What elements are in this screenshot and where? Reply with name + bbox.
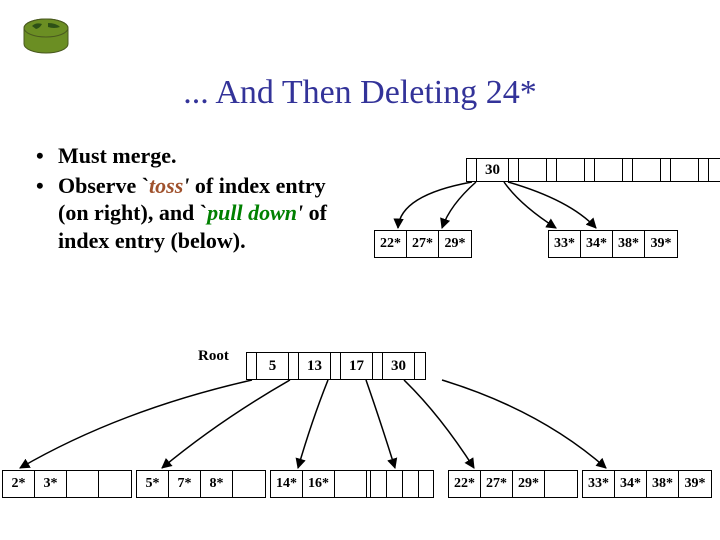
- upper-internal-node: 30: [466, 158, 720, 182]
- page-title: ... And Then Deleting 24*: [0, 74, 720, 112]
- lower-leaf-4: 22*27*29*: [448, 470, 578, 498]
- lower-internal-node: 5131730: [246, 352, 426, 380]
- bullet-2-text: Observe `toss' of index entry (on right)…: [58, 172, 356, 255]
- lower-leaf-1: 5*7*8*: [136, 470, 266, 498]
- upper-leaf-1: 33*34*38*39*: [548, 230, 678, 258]
- bullet-1: • Must merge.: [36, 142, 356, 170]
- bullet-list: • Must merge. • Observe `toss' of index …: [36, 142, 356, 256]
- lower-leaf-3: [370, 470, 434, 498]
- bullet-2: • Observe `toss' of index entry (on righ…: [36, 172, 356, 255]
- upper-leaf-0: 22*27*29*: [374, 230, 472, 258]
- bullet-1-text: Must merge.: [58, 142, 356, 170]
- root-label: Root: [198, 348, 229, 365]
- lower-leaf-0: 2*3*: [2, 470, 132, 498]
- database-icon: [18, 14, 82, 67]
- lower-leaf-5: 33*34*38*39*: [582, 470, 712, 498]
